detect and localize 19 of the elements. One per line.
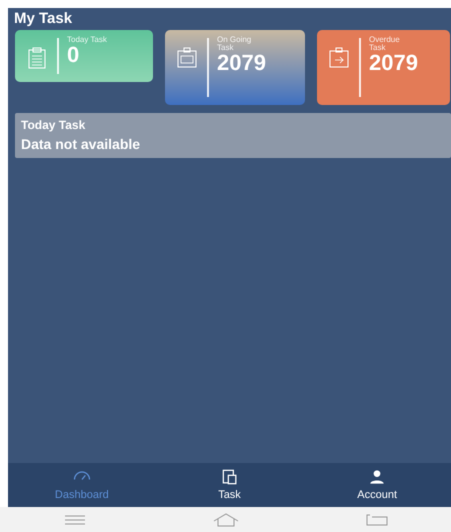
stat-value: 2079 xyxy=(217,52,266,74)
stat-label: On Going Task xyxy=(217,36,252,52)
back-icon[interactable] xyxy=(366,514,388,526)
stat-value: 0 xyxy=(67,44,80,66)
stat-card[interactable]: Today Task 0 xyxy=(15,30,153,82)
nav-tab[interactable]: Dashboard xyxy=(8,463,156,507)
home-icon[interactable] xyxy=(212,512,238,526)
stat-card[interactable]: On Going Task 2079 xyxy=(165,30,305,105)
clipboard-arrow-icon xyxy=(327,46,351,70)
nav-tab[interactable]: Account xyxy=(303,463,451,507)
nav-tab[interactable]: Task xyxy=(156,463,304,507)
stat-label: Today Task xyxy=(67,36,107,44)
empty-message: Data not available xyxy=(21,135,142,154)
menu-icon[interactable] xyxy=(64,514,86,524)
stat-value: 2079 xyxy=(369,52,418,74)
stat-label: Overdue Task xyxy=(369,36,401,52)
panel-title: Today Task xyxy=(21,117,86,134)
stat-card[interactable]: Overdue Task 2079 xyxy=(317,30,450,105)
page-title: My Task xyxy=(13,9,74,28)
